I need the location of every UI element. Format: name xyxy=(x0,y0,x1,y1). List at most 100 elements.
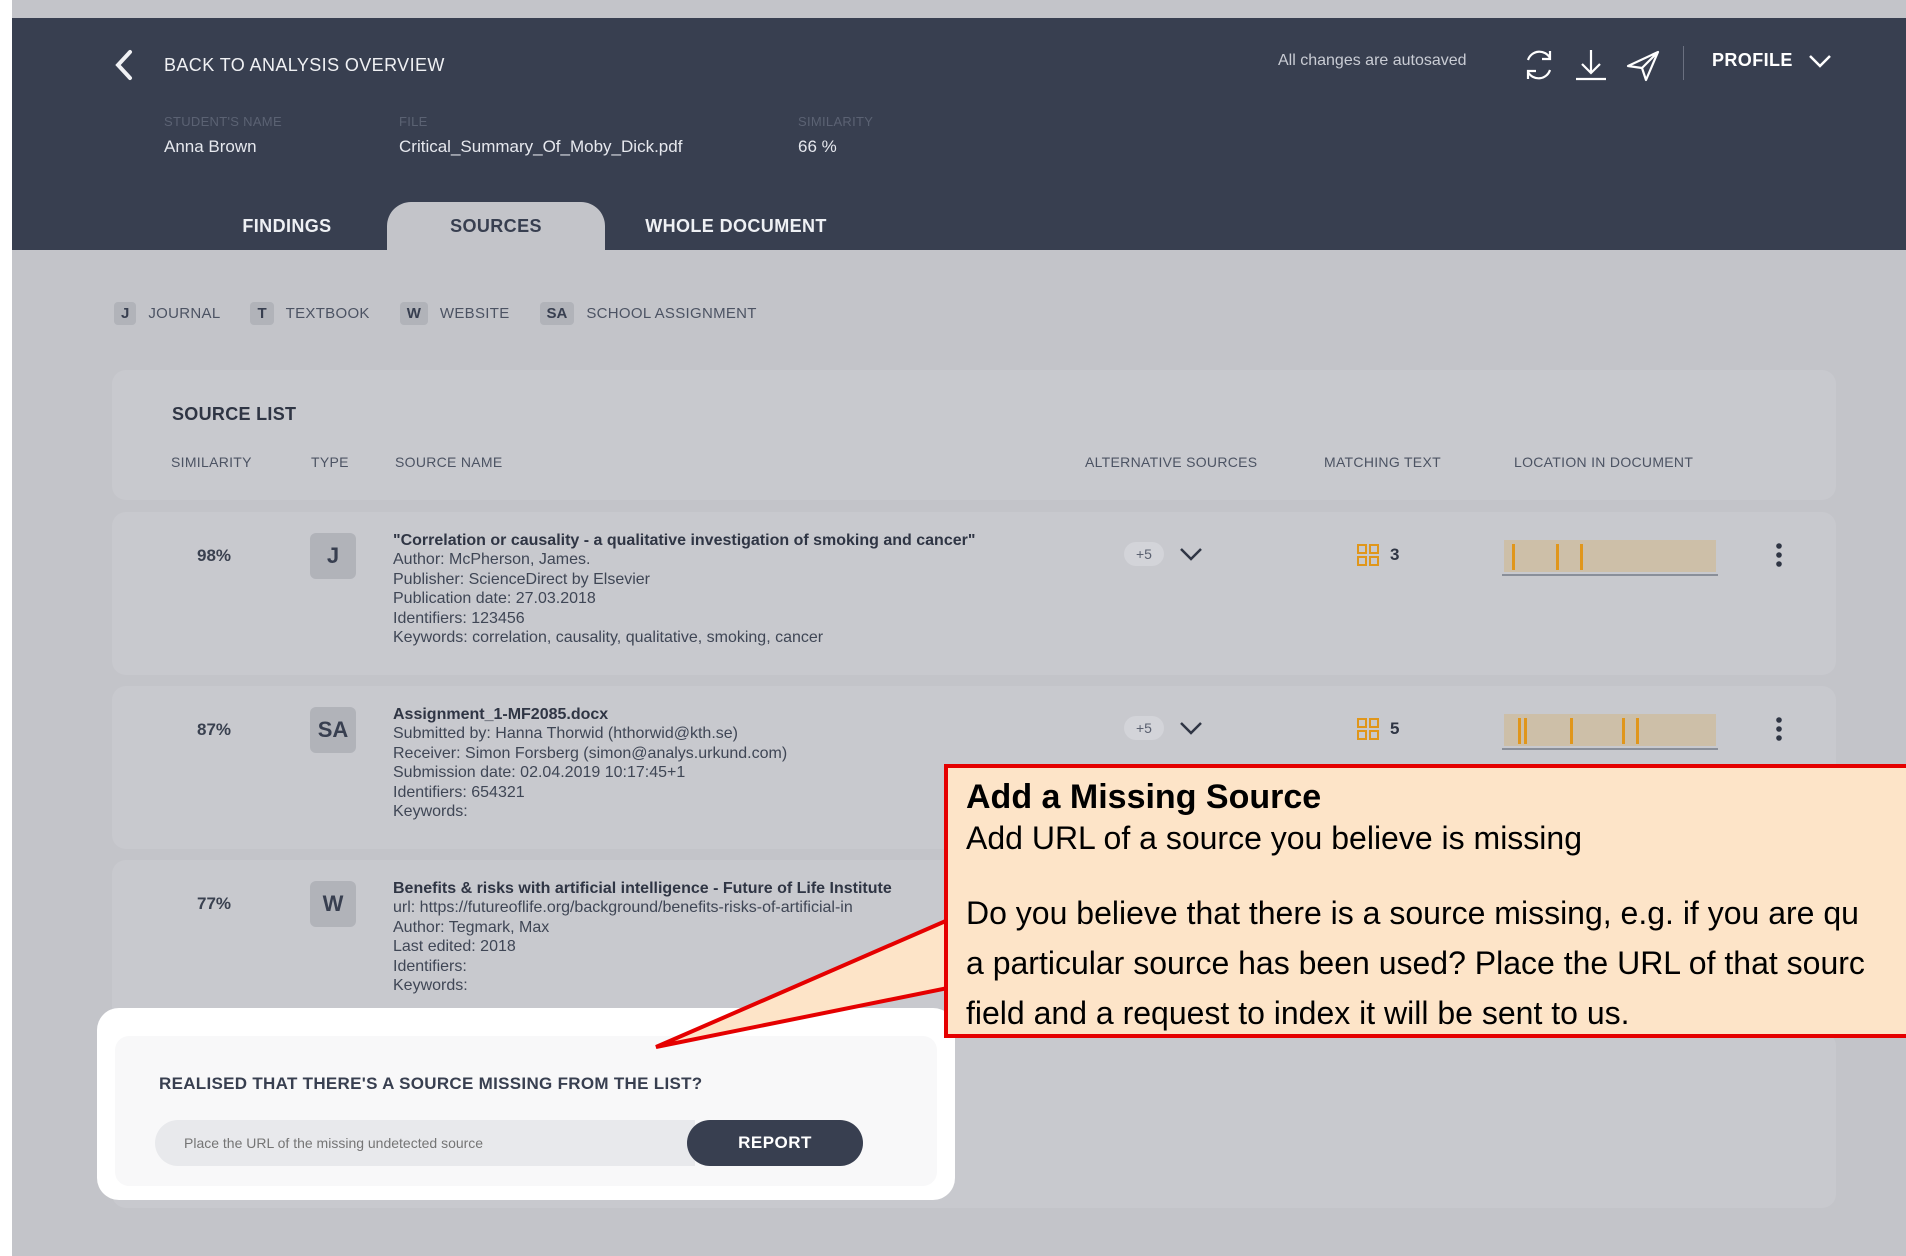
help-callout: Add a Missing Source Add URL of a source… xyxy=(944,764,1906,1038)
back-to-overview-link[interactable]: BACK TO ANALYSIS OVERVIEW xyxy=(112,48,445,82)
source-type-badge: W xyxy=(310,881,356,927)
matching-text-count[interactable]: 5 xyxy=(1356,717,1399,741)
callout-subtitle: Add URL of a source you believe is missi… xyxy=(966,820,1582,856)
location-marker[interactable] xyxy=(1580,544,1583,570)
source-type-badge: J xyxy=(310,533,356,579)
chevron-left-icon xyxy=(115,50,132,80)
profile-label: PROFILE xyxy=(1712,50,1793,70)
location-marker[interactable] xyxy=(1636,718,1639,744)
legend-journal: J JOURNAL xyxy=(114,302,220,325)
grid-icon xyxy=(1357,544,1379,566)
grid-icon xyxy=(1357,718,1379,740)
file-value: Critical_Summary_Of_Moby_Dick.pdf xyxy=(399,137,683,156)
tab-whole-document[interactable]: WHOLE DOCUMENT xyxy=(624,202,848,250)
matching-count-value: 5 xyxy=(1390,719,1400,738)
file-meta: FILE Critical_Summary_Of_Moby_Dick.pdf xyxy=(399,114,682,157)
similarity-percent: 77% xyxy=(197,894,232,913)
column-header-type[interactable]: TYPE xyxy=(311,454,349,470)
source-keywords: Keywords: correlation, causality, qualit… xyxy=(393,629,824,646)
similarity-label: SIMILARITY xyxy=(798,114,874,129)
callout-title: Add a Missing Source xyxy=(966,778,1322,816)
header-divider xyxy=(1683,46,1684,80)
source-details: "Correlation or causality - a qualitativ… xyxy=(393,532,1053,648)
legend-textbook: T TEXTBOOK xyxy=(250,302,369,325)
column-header-similarity[interactable]: SIMILARITY xyxy=(171,454,252,470)
source-type-badge: SA xyxy=(310,707,356,753)
source-name[interactable]: "Correlation or causality - a qualitativ… xyxy=(393,532,1053,550)
callout-body-line: Do you believe that there is a source mi… xyxy=(966,895,1859,931)
source-author: Author: McPherson, James. xyxy=(393,551,591,568)
location-marker[interactable] xyxy=(1518,718,1521,744)
matching-text-count[interactable]: 3 xyxy=(1356,543,1399,567)
location-marker[interactable] xyxy=(1524,718,1527,744)
similarity-percent: 98% xyxy=(197,546,232,565)
student-meta: STUDENT'S NAME Anna Brown xyxy=(164,114,282,157)
similarity-value: 66 % xyxy=(798,137,837,156)
source-date: Publication date: 27.03.2018 xyxy=(393,590,596,607)
legend-badge: J xyxy=(114,302,137,325)
column-header-location[interactable]: LOCATION IN DOCUMENT xyxy=(1514,454,1693,470)
kebab-menu-icon xyxy=(1776,543,1782,567)
source-submitter: Submitted by: Hanna Thorwid (hthorwid@kt… xyxy=(393,725,738,742)
kebab-menu-icon xyxy=(1776,717,1782,741)
report-title: REALISED THAT THERE'S A SOURCE MISSING F… xyxy=(159,1074,703,1093)
location-marker[interactable] xyxy=(1512,544,1515,570)
row-more-menu[interactable] xyxy=(1774,542,1784,573)
left-edge xyxy=(0,0,12,1256)
autosave-status: All changes are autosaved xyxy=(1278,52,1467,69)
report-button[interactable]: REPORT xyxy=(687,1120,863,1166)
location-bar[interactable] xyxy=(1504,714,1716,746)
student-name-label: STUDENT'S NAME xyxy=(164,114,282,129)
alternative-sources-toggle[interactable]: +5 xyxy=(1124,542,1204,566)
tab-sources[interactable]: SOURCES xyxy=(387,202,605,250)
download-icon[interactable] xyxy=(1572,46,1610,84)
legend-badge: T xyxy=(250,302,274,325)
similarity-percent: 87% xyxy=(197,720,232,739)
location-marker[interactable] xyxy=(1556,544,1559,570)
column-header-alternative-sources[interactable]: ALTERNATIVE SOURCES xyxy=(1085,454,1257,470)
column-header-matching-text[interactable]: MATCHING TEXT xyxy=(1324,454,1441,470)
chevron-down-icon xyxy=(1180,548,1202,561)
refresh-icon[interactable] xyxy=(1520,46,1558,84)
source-identifiers: Identifiers: 123456 xyxy=(393,609,525,627)
matching-count-value: 3 xyxy=(1390,545,1400,564)
report-panel-inner: REALISED THAT THERE'S A SOURCE MISSING F… xyxy=(115,1036,937,1186)
alternative-count: +5 xyxy=(1124,716,1164,740)
student-name-value: Anna Brown xyxy=(164,137,257,156)
callout-body-line: a particular source has been used? Place… xyxy=(966,945,1865,981)
missing-source-url-input[interactable] xyxy=(155,1120,695,1166)
file-label: FILE xyxy=(399,114,428,129)
tab-findings[interactable]: FINDINGS xyxy=(187,202,387,250)
legend-label: JOURNAL xyxy=(148,305,221,322)
chevron-down-icon xyxy=(1808,54,1831,68)
similarity-meta: SIMILARITY 66 % xyxy=(798,114,873,157)
table-row[interactable]: 98% J "Correlation or causality - a qual… xyxy=(112,512,1836,675)
chevron-down-icon xyxy=(1180,722,1202,735)
legend-label: WEBSITE xyxy=(439,305,510,322)
row-more-menu[interactable] xyxy=(1774,716,1784,747)
location-marker[interactable] xyxy=(1622,718,1625,744)
analysis-header: BACK TO ANALYSIS OVERVIEW All changes ar… xyxy=(12,18,1906,250)
top-edge xyxy=(12,0,1906,18)
alternative-sources-toggle[interactable]: +5 xyxy=(1124,716,1204,740)
alternative-count: +5 xyxy=(1124,542,1164,566)
profile-menu[interactable]: PROFILE xyxy=(1712,50,1833,71)
location-axis xyxy=(1502,574,1718,576)
legend-school-assignment: SA SCHOOL ASSIGNMENT xyxy=(539,302,757,325)
callout-body: Do you believe that there is a source mi… xyxy=(966,888,1865,1034)
column-header-source-name[interactable]: SOURCE NAME xyxy=(395,454,503,470)
source-list-header: SOURCE LIST SIMILARITY TYPE SOURCE NAME … xyxy=(112,370,1836,500)
source-publisher: Publisher: ScienceDirect by Elsevier xyxy=(393,570,650,588)
source-list-title: SOURCE LIST xyxy=(172,404,297,424)
location-axis xyxy=(1502,748,1718,750)
send-icon[interactable] xyxy=(1624,46,1662,84)
source-name[interactable]: Assignment_1-MF2085.docx xyxy=(393,706,1053,724)
location-marker[interactable] xyxy=(1570,718,1573,744)
legend-badge: SA xyxy=(539,302,575,325)
legend-website: W WEBSITE xyxy=(399,302,510,325)
callout-body-line: field and a request to index it will be … xyxy=(966,995,1630,1031)
location-bar[interactable] xyxy=(1504,540,1716,572)
legend-label: TEXTBOOK xyxy=(285,305,370,322)
legend-label: SCHOOL ASSIGNMENT xyxy=(586,305,757,322)
back-label: BACK TO ANALYSIS OVERVIEW xyxy=(164,54,445,75)
